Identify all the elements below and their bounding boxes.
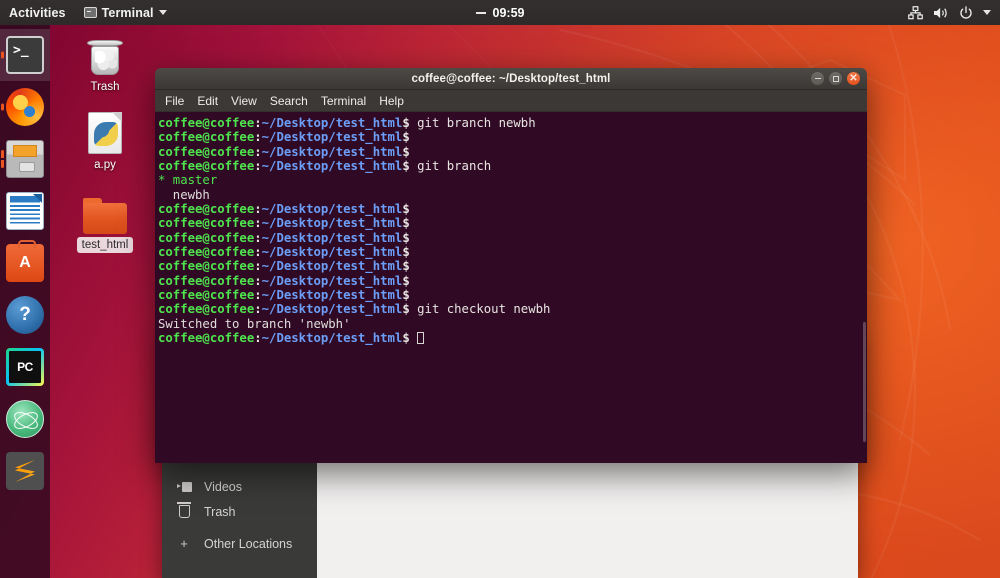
terminal-menubar: File Edit View Search Terminal Help [155, 90, 867, 112]
dock-item-atom[interactable] [0, 393, 50, 445]
python-file-icon [62, 106, 148, 154]
terminal-line: newbh [158, 187, 210, 202]
dock-item-sublime[interactable] [0, 445, 50, 497]
clock-button[interactable]: 09:59 [0, 6, 1000, 20]
menu-edit[interactable]: Edit [197, 94, 218, 108]
terminal-line: coffee@coffee:~/Desktop/test_html$ [158, 245, 410, 260]
terminal-line: coffee@coffee:~/Desktop/test_html$ [158, 202, 410, 217]
files-icon [6, 140, 44, 178]
terminal-output[interactable]: coffee@coffee:~/Desktop/test_html$ git b… [158, 116, 867, 346]
sidebar-item-other-locations[interactable]: + Other Locations [162, 531, 317, 556]
desktop-icon-label: test_html [76, 237, 134, 253]
scrollbar-thumb[interactable] [863, 322, 866, 442]
minimize-button[interactable] [811, 72, 824, 85]
software-bag-icon [6, 240, 44, 282]
sidebar-item-label: Videos [204, 479, 242, 494]
pycharm-icon [6, 348, 44, 386]
terminal-line: coffee@coffee:~/Desktop/test_html$ [158, 273, 410, 288]
terminal-line: coffee@coffee:~/Desktop/test_html$ git b… [158, 116, 536, 130]
dock-item-help[interactable] [0, 289, 50, 341]
dock-item-files[interactable] [0, 133, 50, 185]
desktop-icon-trash[interactable]: Trash [62, 28, 148, 95]
firefox-icon [6, 88, 44, 126]
sidebar-item-videos[interactable]: Videos [162, 474, 317, 499]
clock-label: 09:59 [492, 5, 525, 20]
sidebar-item-trash[interactable]: Trash [162, 499, 317, 524]
running-indicator [1, 103, 4, 111]
desktop-screen: Activities Terminal 09:59 >_ A ? PC Tras… [0, 0, 1000, 578]
menu-view[interactable]: View [231, 94, 257, 108]
desktop-icon-label: Trash [90, 81, 120, 93]
terminal-line: coffee@coffee:~/Desktop/test_html$ git b… [158, 159, 492, 174]
dock-item-writer[interactable] [0, 185, 50, 237]
maximize-button[interactable] [829, 72, 842, 85]
notification-dash-icon [475, 11, 486, 14]
top-bar: Activities Terminal 09:59 [0, 0, 1000, 25]
sidebar-item-label: Other Locations [204, 536, 293, 551]
terminal-window[interactable]: coffee@coffee: ~/Desktop/test_html ✕ Fil… [155, 68, 867, 463]
terminal-body[interactable]: coffee@coffee:~/Desktop/test_html$ git b… [155, 112, 867, 463]
folder-icon [62, 186, 148, 234]
terminal-titlebar[interactable]: coffee@coffee: ~/Desktop/test_html ✕ [155, 68, 867, 90]
terminal-line: Switched to branch 'newbh' [158, 316, 351, 331]
menu-help[interactable]: Help [379, 94, 404, 108]
running-indicator [1, 150, 4, 168]
desktop-icon-label: a.py [94, 159, 116, 171]
launcher-dock [0, 25, 50, 578]
dock-item-terminal[interactable] [0, 29, 50, 81]
terminal-line: coffee@coffee:~/Desktop/test_html$ [158, 259, 410, 274]
terminal-line: coffee@coffee:~/Desktop/test_html$ [158, 130, 410, 145]
trash-icon [62, 28, 148, 76]
desktop-icon-a-py[interactable]: a.py [62, 106, 148, 173]
sidebar-item-label: Trash [204, 504, 236, 519]
terminal-line: coffee@coffee:~/Desktop/test_html$ [158, 144, 410, 159]
document-icon [6, 192, 44, 230]
running-indicator [1, 51, 4, 59]
terminal-line: * master [158, 173, 218, 188]
sublime-icon [6, 452, 44, 490]
terminal-icon [6, 36, 44, 74]
menu-search[interactable]: Search [270, 94, 308, 108]
video-icon [176, 481, 192, 492]
dock-item-software[interactable] [0, 237, 50, 289]
desktop-icon-test-html[interactable]: test_html [62, 186, 148, 253]
window-controls: ✕ [811, 68, 860, 89]
terminal-scrollbar[interactable] [862, 112, 867, 463]
terminal-line: coffee@coffee:~/Desktop/test_html$ [158, 288, 410, 303]
terminal-line: coffee@coffee:~/Desktop/test_html$ [158, 331, 867, 345]
text-cursor [417, 332, 425, 345]
menu-file[interactable]: File [165, 94, 184, 108]
trash-icon [176, 502, 192, 518]
close-button[interactable]: ✕ [847, 72, 860, 85]
terminal-title: coffee@coffee: ~/Desktop/test_html [411, 72, 611, 85]
question-mark-icon [6, 296, 44, 334]
terminal-line: coffee@coffee:~/Desktop/test_html$ [158, 216, 410, 231]
menu-terminal[interactable]: Terminal [321, 94, 366, 108]
plus-icon: + [180, 536, 188, 551]
dock-item-pycharm[interactable] [0, 341, 50, 393]
terminal-line: coffee@coffee:~/Desktop/test_html$ git c… [158, 302, 551, 317]
terminal-line: coffee@coffee:~/Desktop/test_html$ [158, 230, 410, 245]
atom-icon [6, 400, 44, 438]
dock-item-firefox[interactable] [0, 81, 50, 133]
